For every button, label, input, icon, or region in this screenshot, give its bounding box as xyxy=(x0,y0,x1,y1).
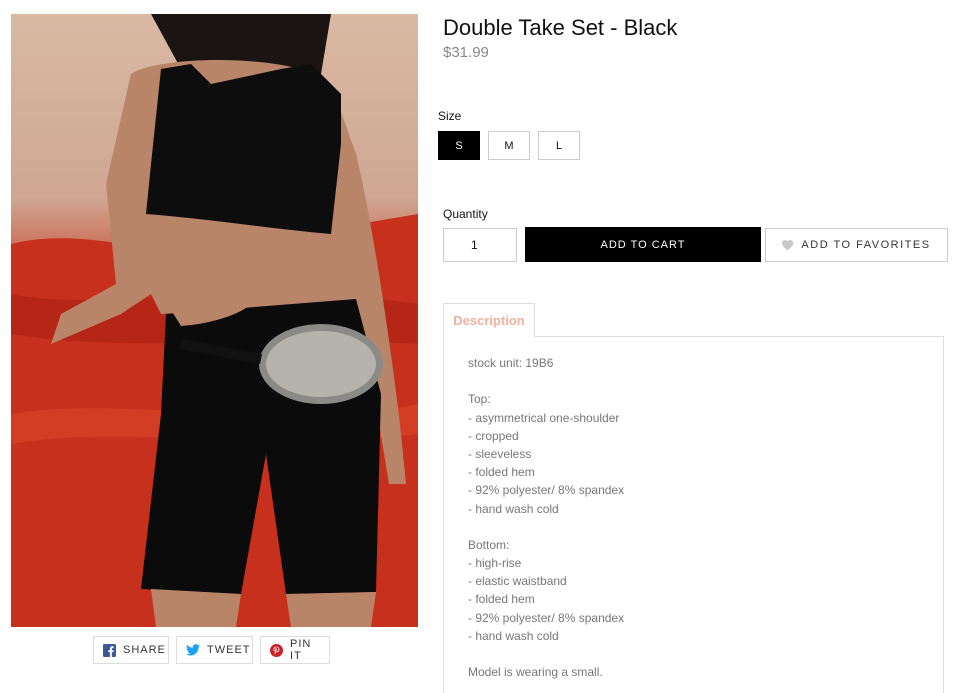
list-item: - hand wash cold xyxy=(468,501,559,516)
size-selector: S M L xyxy=(438,131,580,160)
pinterest-pin-button[interactable]: PIN IT xyxy=(260,636,330,664)
sku-text: stock unit: 19B6 xyxy=(468,356,554,370)
size-option-s[interactable]: S xyxy=(438,131,480,160)
twitter-tweet-button[interactable]: TWEET xyxy=(176,636,253,664)
list-item: - cropped xyxy=(468,428,519,443)
facebook-icon xyxy=(103,643,116,657)
list-item: - high-rise xyxy=(468,556,522,571)
quantity-label: Quantity xyxy=(443,207,488,221)
list-item: - sleeveless xyxy=(468,446,532,461)
list-item: - hand wash cold xyxy=(468,628,559,643)
product-title: Double Take Set - Black xyxy=(443,15,678,40)
add-to-cart-button[interactable]: ADD TO CART xyxy=(525,227,761,262)
description-text: stock unit: 19B6 Top: - asymmetrical one… xyxy=(468,354,624,681)
top-heading: Top: xyxy=(468,392,491,407)
size-label: Size xyxy=(438,109,462,123)
size-option-m[interactable]: M xyxy=(488,131,530,160)
list-item: - 92% polyester/ 8% spandex xyxy=(468,610,625,625)
add-to-favorites-button[interactable]: ADD TO FAVORITES xyxy=(765,228,948,262)
tab-description[interactable]: Description xyxy=(443,303,535,337)
bottom-heading: Bottom: xyxy=(468,537,510,552)
pinterest-icon xyxy=(270,643,283,657)
list-item: - asymmetrical one-shoulder xyxy=(468,410,620,425)
size-option-l[interactable]: L xyxy=(538,131,580,160)
quantity-input[interactable] xyxy=(443,228,517,262)
add-to-favorites-label: ADD TO FAVORITES xyxy=(801,239,931,251)
facebook-share-button[interactable]: SHARE xyxy=(93,636,169,664)
share-label: SHARE xyxy=(123,644,166,656)
twitter-icon xyxy=(186,643,200,657)
share-buttons: SHARE TWEET PIN IT xyxy=(93,636,330,664)
list-item: - folded hem xyxy=(468,465,535,480)
heart-icon xyxy=(782,239,794,251)
product-image[interactable] xyxy=(11,14,418,627)
list-item: - elastic waistband xyxy=(468,574,567,589)
model-note: Model is wearing a small. xyxy=(468,665,603,680)
list-item: - 92% polyester/ 8% spandex xyxy=(468,483,625,498)
product-price: $31.99 xyxy=(443,44,489,61)
tweet-label: TWEET xyxy=(207,644,251,656)
pin-label: PIN IT xyxy=(290,638,312,662)
list-item: - folded hem xyxy=(468,592,535,607)
